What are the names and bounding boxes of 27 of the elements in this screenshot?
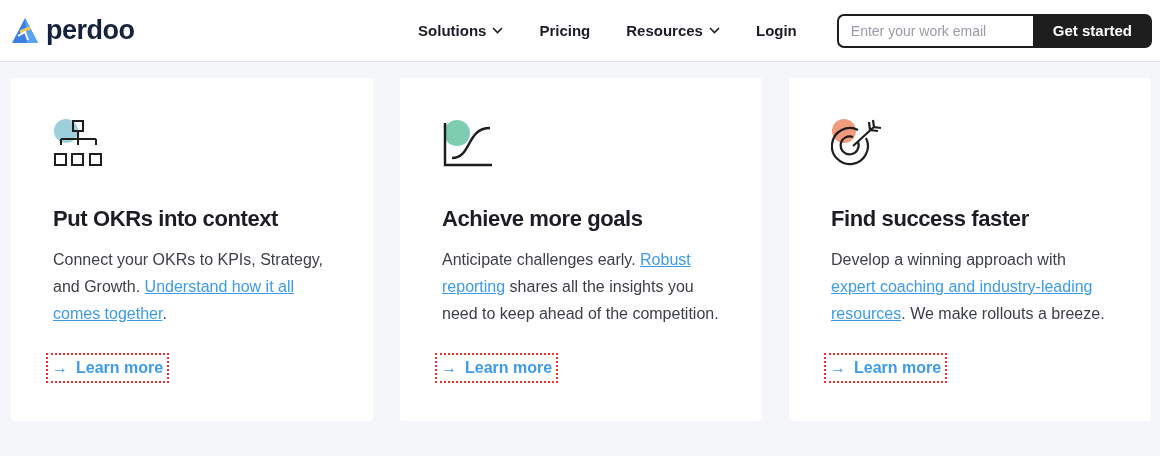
learn-more-link[interactable]: → Learn more: [437, 355, 557, 381]
inline-link[interactable]: reporting: [442, 278, 506, 295]
learn-more-link[interactable]: → Learn more: [826, 355, 946, 381]
get-started-button[interactable]: Get started: [1032, 13, 1152, 48]
org-chart-icon: [53, 118, 105, 168]
card-description: Develop a winning approach with expert coaching and industry-leading resources. We make rollouts a breeze.: [831, 250, 1106, 324]
nav-link[interactable]: Solutions: [418, 22, 504, 39]
learn-more-link[interactable]: → Learn more: [48, 355, 168, 381]
nav-link[interactable]: Login: [755, 22, 797, 39]
card-title: Put OKRs into context: [53, 206, 280, 232]
inline-link[interactable]: resources: [831, 305, 902, 322]
inline-link[interactable]: comes together: [53, 305, 163, 322]
card-title: Achieve more goals: [442, 206, 644, 232]
nav-link[interactable]: Pricing: [539, 22, 591, 39]
growth-chart-icon: [442, 118, 494, 168]
inline-link[interactable]: expert coaching and industry-leading: [831, 278, 1093, 295]
inline-link[interactable]: Understand how it all: [144, 278, 295, 295]
target-icon: [831, 118, 883, 168]
email-field[interactable]: Enter your work email: [836, 13, 1033, 48]
chevron-down-icon: [708, 27, 720, 34]
card-description: Connect your OKRs to KPIs, Strategy, and Growth. Understand how it all comes together.: [53, 250, 325, 324]
logo-text[interactable]: perdoo: [46, 15, 135, 46]
card-description: Anticipate challenges early. Robust reporting shares all the insights you need to keep ahead of the competition.: [442, 250, 720, 324]
nav-link[interactable]: Resources: [626, 22, 720, 39]
card-title: Find success faster: [831, 206, 1030, 232]
chevron-down-icon: [492, 27, 504, 34]
inline-link[interactable]: Robust: [640, 251, 691, 268]
